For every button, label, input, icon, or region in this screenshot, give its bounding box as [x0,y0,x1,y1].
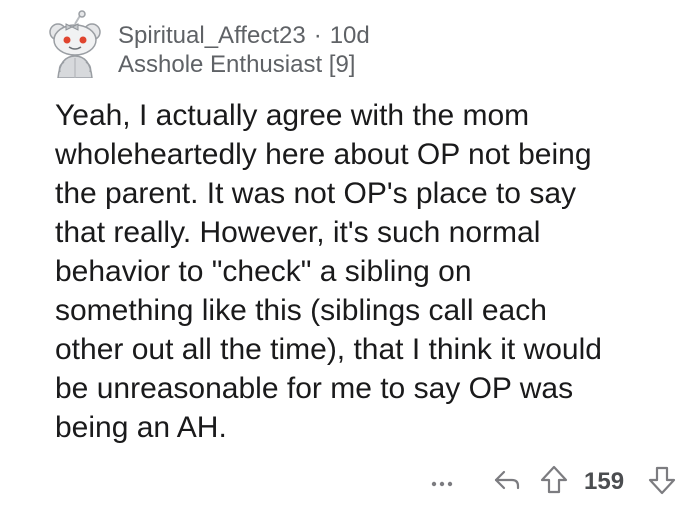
downvote-arrow-icon [644,460,680,505]
comment-actions: 159 [0,462,700,502]
comment-meta: Spiritual_Affect23 · 10d Asshole Enthusi… [118,22,370,80]
meta-separator: · [313,22,322,49]
upvote-arrow-icon [536,460,572,505]
vote-score: 159 [584,468,625,495]
downvote-button[interactable] [644,462,680,502]
reply-arrow-icon [490,460,524,505]
more-options-icon [428,460,456,505]
comment-body: Yeah, I actually agree with the mom whol… [55,99,602,444]
comment: Spiritual_Affect23 · 10d Asshole Enthusi… [0,0,700,506]
comment-meta-line: Spiritual_Affect23 · 10d [118,22,370,50]
comment-age: 10d [329,22,370,49]
more-options-button[interactable] [428,462,456,502]
reply-button[interactable] [490,462,524,502]
upvote-button[interactable] [536,462,572,502]
snoo-avatar-icon[interactable] [44,10,106,78]
user-flair: Asshole Enthusiast [9] [118,51,356,78]
comment-header: Spiritual_Affect23 · 10d Asshole Enthusi… [44,10,370,82]
username-link[interactable]: Spiritual_Affect23 [118,22,306,50]
